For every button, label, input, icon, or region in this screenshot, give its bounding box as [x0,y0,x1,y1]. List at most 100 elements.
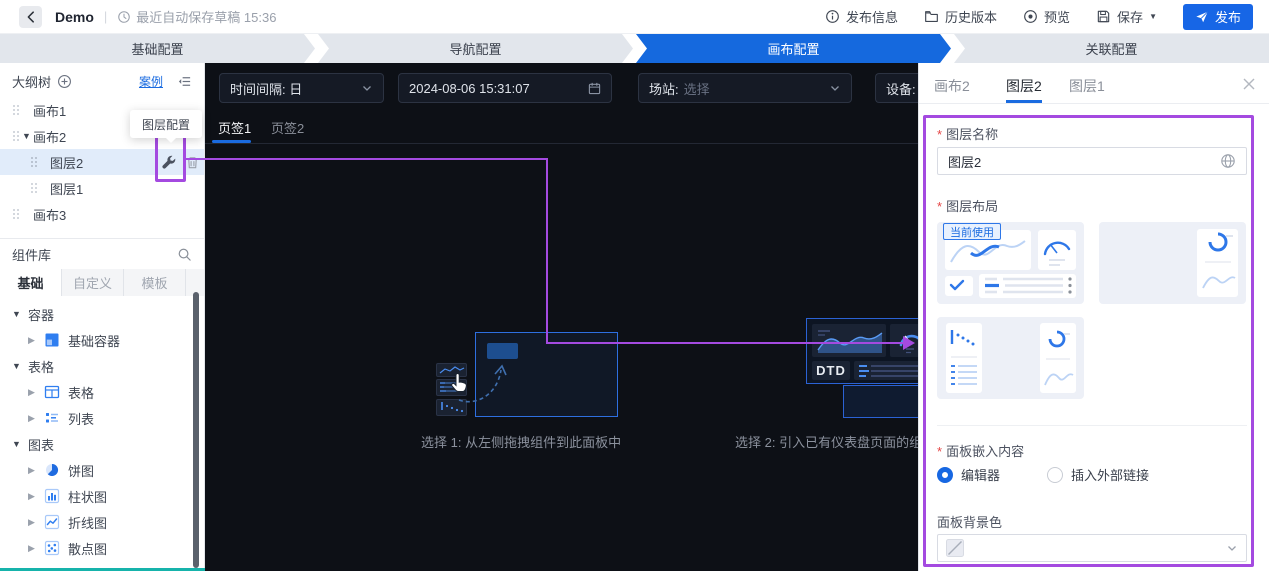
globe-icon[interactable] [1220,153,1236,169]
line-chart-icon [44,514,60,530]
tree-row-layer1[interactable]: 图层1 [0,175,204,201]
group-container[interactable]: ▼ 容器 [0,301,204,327]
publish-button[interactable]: 发布 [1183,4,1253,30]
calendar-icon [588,82,601,95]
panel-tab-layer1[interactable]: 图层1 [1069,76,1105,96]
import-target-panel[interactable] [843,385,918,418]
caret-collapsed-icon: ▶ [28,491,35,502]
outline-header: 大纲树 案例 [0,67,204,95]
group-table[interactable]: ▼ 表格 [0,353,204,379]
sidebar-scrollbar[interactable] [193,292,199,568]
datetime-picker[interactable]: 2024-08-06 15:31:07 [398,73,612,103]
tree-row-canvas3[interactable]: 画布3 [0,201,204,227]
tree-row-label: 图层1 [50,179,83,198]
item-pie-chart[interactable]: ▶ 饼图 [0,457,204,483]
drag-handle-icon[interactable] [30,182,38,194]
step-canvas-config[interactable]: 画布配置 [636,34,951,63]
item-table[interactable]: ▶ 表格 [0,379,204,405]
item-label: 饼图 [68,461,94,480]
drop-target-panel[interactable] [475,332,618,417]
caret-expanded-icon[interactable]: ▼ [22,131,31,141]
collapse-outline-button[interactable] [177,74,192,89]
station-select[interactable]: 场站: 选择 [638,73,852,103]
device-label: 设备: [886,79,916,98]
radio-selected-icon[interactable] [937,467,953,483]
item-bar-chart[interactable]: ▶ 柱状图 [0,483,204,509]
layout-option-3[interactable] [937,317,1084,399]
tab-basic[interactable]: 基础 [0,269,62,296]
bg-color-select[interactable] [937,534,1247,562]
dashboard-thumbnail: DTD [806,318,918,384]
drag-handle-icon[interactable] [12,208,20,220]
preview-button[interactable]: 预览 [1023,7,1070,26]
back-button[interactable] [19,6,42,28]
device-select[interactable]: 设备: 选 [875,73,918,103]
page-tab-1[interactable]: 页签1 [218,118,251,137]
tree-row-label: 画布2 [33,127,66,146]
publish-info-button[interactable]: 发布信息 [825,7,898,26]
example-link[interactable]: 案例 [139,73,163,90]
step-relation-config[interactable]: 关联配置 [954,34,1269,63]
item-line-chart[interactable]: ▶ 折线图 [0,509,204,535]
drag-handle-icon[interactable] [30,156,38,168]
panel-bg-color-label: 面板背景色 [937,512,1002,531]
tab-custom[interactable]: 自定义 [62,269,124,296]
save-button[interactable]: 保存 ▼ [1096,7,1157,26]
close-icon [1241,76,1257,92]
caret-collapsed-icon: ▶ [28,543,35,554]
tree-row-label: 画布3 [33,205,66,224]
canvas-area: 时间间隔: 日 2024-08-06 15:31:07 场站: 选择 设备: 选… [205,63,918,571]
item-list[interactable]: ▶ 列表 [0,405,204,431]
transparent-swatch-icon [946,539,964,557]
topbar-actions: 发布信息 历史版本 预览 保存 ▼ 发布 [825,4,1269,30]
caret-down-icon: ▼ [1149,12,1157,21]
radio-unselected-icon[interactable] [1047,467,1063,483]
radio-label: 插入外部链接 [1071,465,1149,484]
drag-handle-icon[interactable] [12,130,20,142]
outline-title: 大纲树 [12,72,51,91]
library-list: ▼ 容器 ▶ 基础容器 ▼ 表格 ▶ [0,296,204,571]
layer-name-label: *图层名称 [937,124,998,143]
wrench-icon[interactable] [161,154,177,170]
divider: | [104,9,107,24]
thumb-gauge-card [890,324,918,357]
group-label: 图表 [28,435,54,454]
layout-option-2[interactable] [1099,222,1246,304]
step-nav-config[interactable]: 导航配置 [318,34,633,63]
caret-expanded-icon: ▼ [12,439,21,449]
time-interval-select[interactable]: 时间间隔: 日 [219,73,384,103]
step-basic-config[interactable]: 基础配置 [0,34,315,63]
list-icon [44,410,60,426]
layer-name-field[interactable] [937,147,1247,175]
close-panel-button[interactable] [1241,76,1257,92]
panel-tab-canvas2[interactable]: 画布2 [934,76,970,96]
tree-row-layer2[interactable]: 图层2 [0,149,204,175]
step-label: 导航配置 [449,39,501,58]
group-label: 容器 [28,305,54,324]
trash-icon[interactable] [185,155,200,170]
item-label: 柱状图 [68,487,107,506]
config-steps: 基础配置 导航配置 画布配置 关联配置 [0,34,1269,63]
wrench-tooltip: 图层配置 [130,110,202,138]
drag-handle-icon[interactable] [12,104,20,116]
radio-external-link[interactable]: 插入外部链接 [1047,465,1149,484]
layer-name-input[interactable] [948,154,1220,169]
add-canvas-button[interactable] [57,74,72,89]
group-chart[interactable]: ▼ 图表 [0,431,204,457]
item-basic-container[interactable]: ▶ 基础容器 [0,327,204,353]
radio-editor[interactable]: 编辑器 [937,465,1000,484]
search-button[interactable] [177,247,192,262]
caret-collapsed-icon: ▶ [28,413,35,424]
page-tab-2[interactable]: 页签2 [271,118,304,137]
preview-icon [1023,9,1038,24]
item-scatter-chart[interactable]: ▶ 散点图 [0,535,204,561]
history-button[interactable]: 历史版本 [924,7,997,26]
tab-template[interactable]: 模板 [124,269,186,296]
embed-content-label-text: 面板嵌入内容 [946,444,1024,459]
config-panel: 画布2 图层2 图层1 *图层名称 *图层布局 [918,63,1269,571]
publish-label: 发布 [1215,7,1241,26]
caret-collapsed-icon: ▶ [28,335,35,346]
collapse-panel-icon [177,74,192,89]
panel-tab-layer2[interactable]: 图层2 [1006,76,1042,96]
topbar: Demo | 最近自动保存草稿 15:36 发布信息 历史版本 预览 保存 ▼ [0,0,1269,34]
